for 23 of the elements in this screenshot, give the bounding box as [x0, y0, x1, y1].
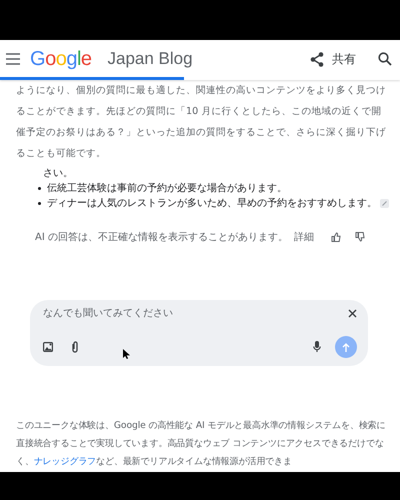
cursor-icon	[123, 349, 130, 359]
arrow-up-icon	[342, 342, 350, 352]
image-icon[interactable]	[43, 342, 53, 352]
thumbs-down-icon[interactable]	[355, 232, 365, 242]
answer-text: さい。	[43, 167, 73, 181]
details-link[interactable]: 詳細	[294, 230, 314, 244]
article-paragraph: このユニークな体験は、Google の高性能な AI モデルと最高水準の情報システムを、検索に直接統合することで実現しています。高品質なウェブ コンテンツにアクセスできるだけでなく、ナレッジグラフなど、最新でリアルタイムな情報源が活用できま	[16, 419, 386, 469]
search-icon[interactable]	[378, 52, 392, 66]
article-paragraph: ようになり、個別の質問に最も適した、関連性の高いコンテンツをより多く見つけることができます。先ほどの質問に「10 月に行くとしたら、この地域の近くで開催予定のお祭りはある？」といった追加の質問をすることで、さらに深く掘り下げることも可能です。	[16, 84, 387, 161]
bullet-text: ディナーは人気のレストランが多いため、早めの予約をおすすめします。	[47, 197, 377, 211]
question-input[interactable]: なんでも聞いてみてください	[43, 308, 334, 319]
share-icon[interactable]	[310, 52, 324, 66]
close-icon[interactable]	[348, 309, 357, 318]
share-label[interactable]: 共有	[332, 50, 356, 68]
knowledge-graph-link[interactable]: ナレッジグラフ	[34, 456, 96, 467]
menu-icon[interactable]	[6, 53, 20, 65]
microphone-icon[interactable]	[313, 341, 321, 353]
paperclip-icon[interactable]	[71, 341, 79, 353]
bullet-text: 伝統工芸体験は事前の予約が必要な場合があります。	[47, 182, 287, 196]
thumbs-up-icon[interactable]	[331, 232, 341, 242]
google-logo[interactable]: Google	[30, 48, 92, 70]
disclaimer-text: AI の回答は、不正確な情報を表示することがあります。	[35, 230, 288, 244]
blog-title: Japan Blog	[108, 49, 193, 69]
